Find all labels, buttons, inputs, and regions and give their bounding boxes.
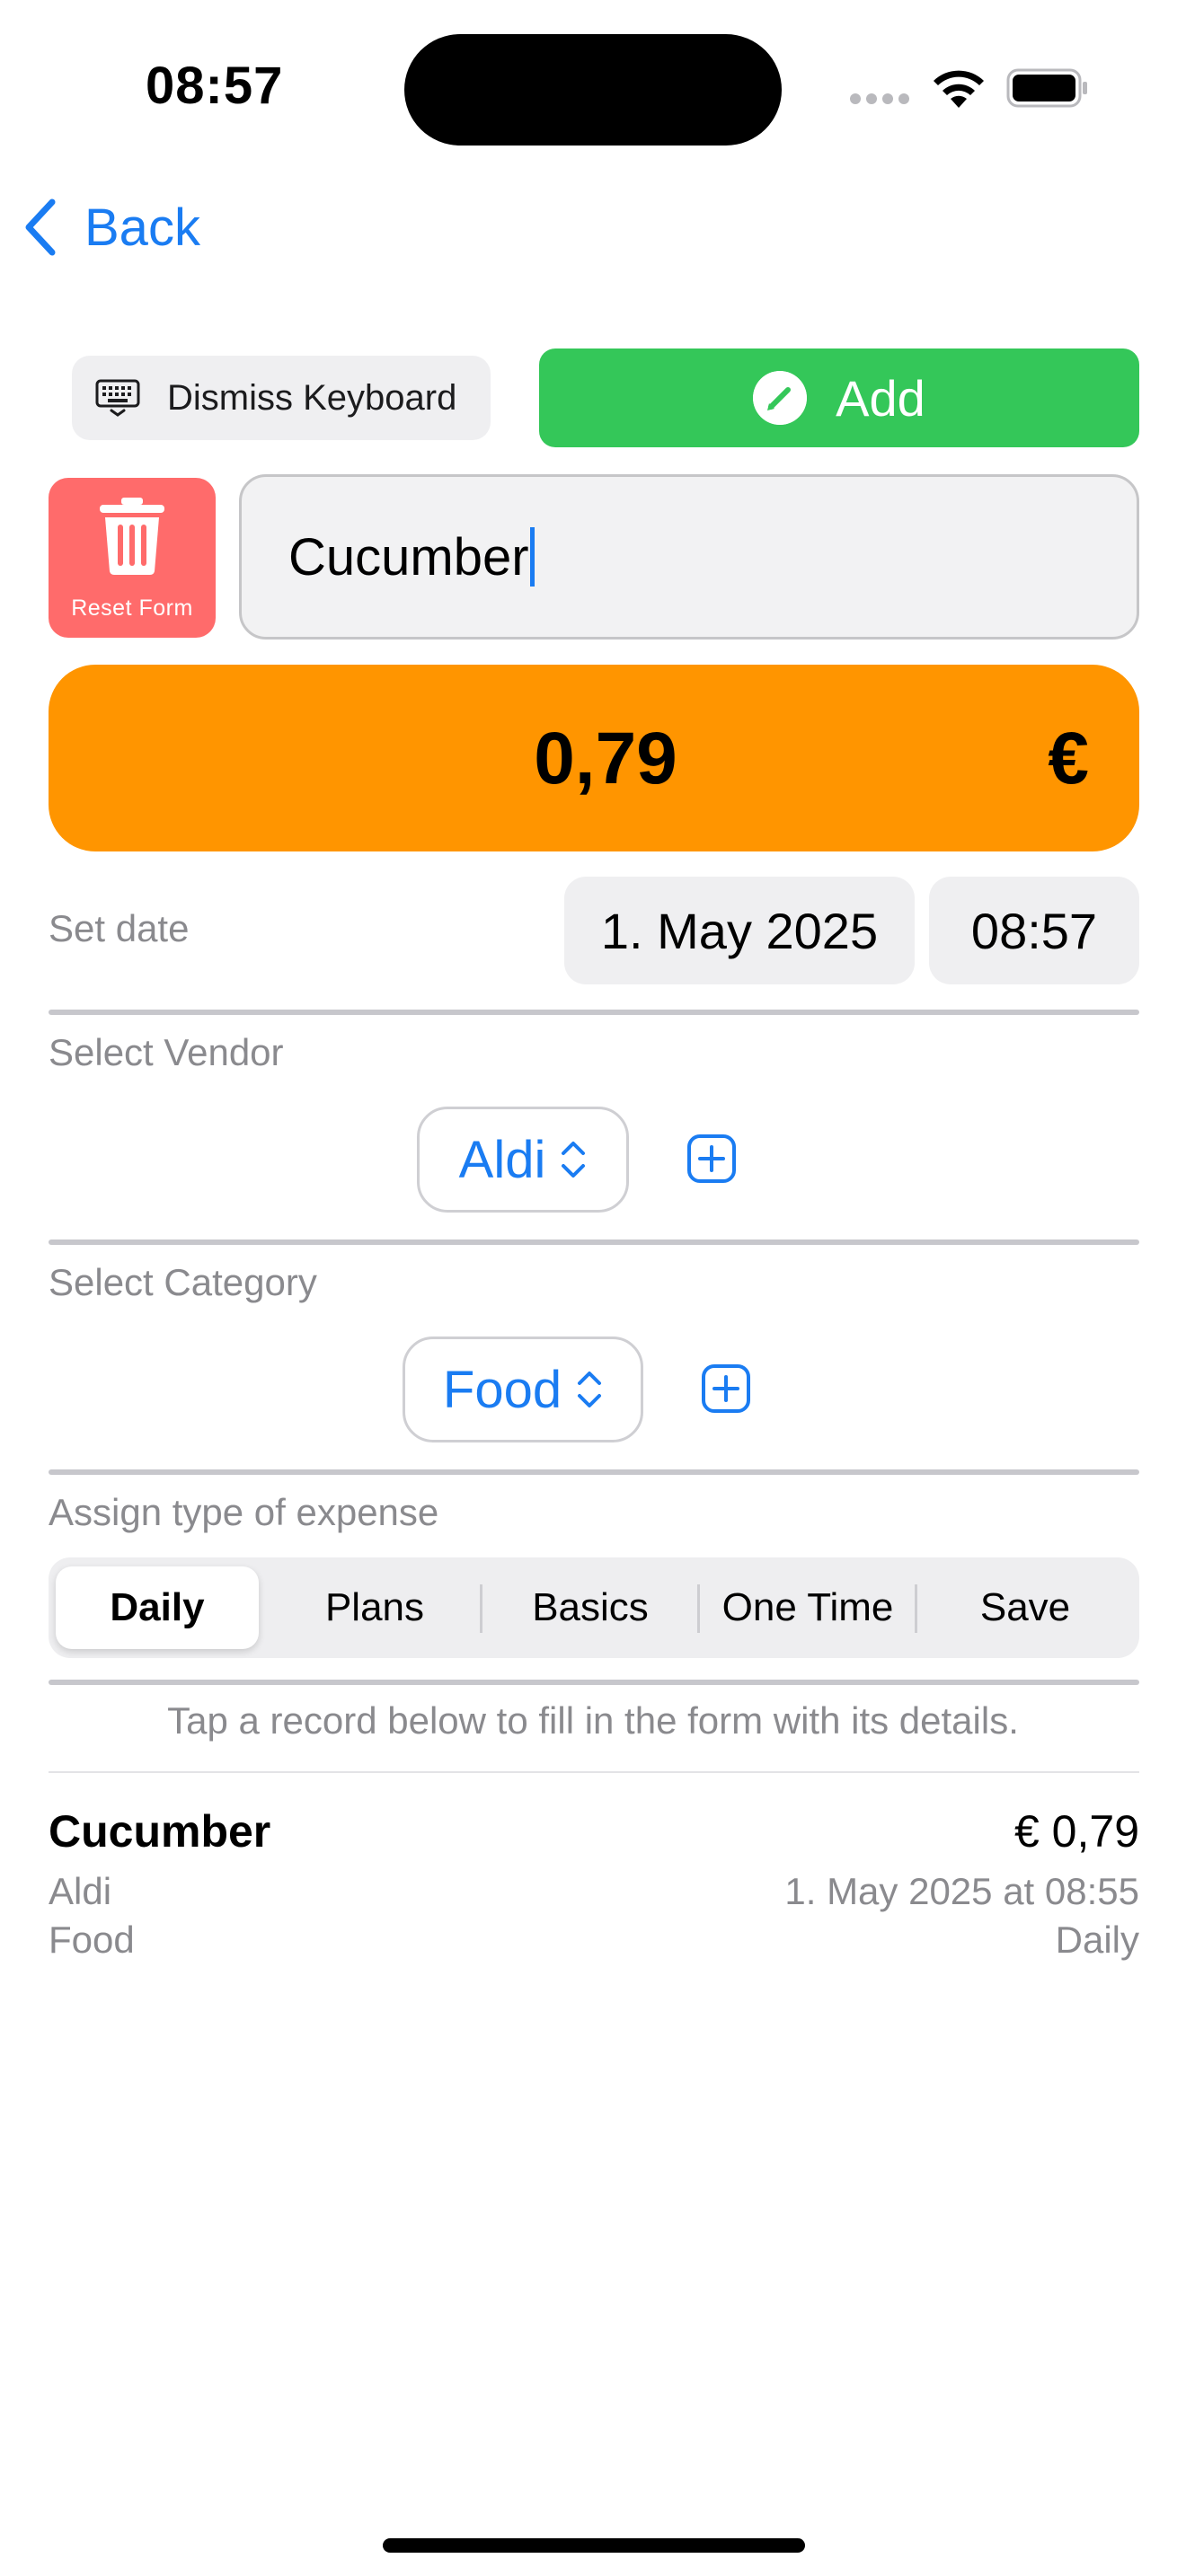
add-category-icon[interactable] — [701, 1363, 751, 1414]
segment-basics[interactable]: Basics — [483, 1566, 697, 1649]
segment-separator — [480, 1584, 482, 1633]
record-vendor: Aldi — [49, 1870, 112, 1912]
cellular-signal-icon — [850, 93, 913, 106]
category-picker[interactable]: Food — [403, 1337, 643, 1442]
trash-icon — [100, 498, 164, 575]
category-section-label: Select Category — [49, 1261, 317, 1303]
record-amount: € 0,79 — [1013, 1806, 1139, 1857]
wifi-icon — [934, 70, 984, 108]
set-date-label: Set date — [49, 907, 190, 949]
divider — [49, 1239, 1139, 1245]
back-button[interactable]: Back — [22, 196, 200, 259]
vendor-picker-value: Aldi — [458, 1130, 546, 1189]
reset-form-label: Reset Form — [71, 595, 193, 621]
add-label: Add — [836, 369, 925, 427]
divider — [49, 1010, 1139, 1015]
amount-value: 0,79 — [534, 718, 677, 799]
chevron-up-down-icon — [578, 1372, 602, 1407]
chevron-left-icon — [25, 198, 56, 256]
add-vendor-icon[interactable] — [686, 1134, 737, 1184]
back-label: Back — [84, 198, 200, 257]
dismiss-keyboard-button[interactable]: Dismiss Keyboard — [72, 356, 491, 440]
time-picker-button[interactable]: 08:57 — [929, 877, 1139, 984]
category-picker-value: Food — [442, 1360, 562, 1419]
dynamic-island — [404, 34, 782, 146]
currency-symbol: € — [1048, 718, 1089, 799]
vendor-picker[interactable]: Aldi — [417, 1107, 629, 1213]
dismiss-keyboard-label: Dismiss Keyboard — [167, 377, 457, 418]
chevron-up-down-icon — [562, 1142, 586, 1178]
add-button[interactable]: Add — [539, 348, 1139, 447]
text-cursor — [529, 527, 535, 587]
divider — [49, 1680, 1139, 1685]
record-datetime: 1. May 2025 at 08:55 — [784, 1870, 1139, 1912]
expense-type-label: Assign type of expense — [49, 1491, 439, 1533]
home-indicator — [383, 2538, 805, 2553]
item-name-input[interactable]: Cucumber — [239, 474, 1139, 640]
segment-daily[interactable]: Daily — [56, 1566, 259, 1649]
reset-form-button[interactable]: Reset Form — [49, 478, 216, 638]
record-type: Daily — [1055, 1919, 1139, 1961]
segment-separator — [915, 1584, 917, 1633]
vendor-section-label: Select Vendor — [49, 1031, 284, 1073]
pencil-circle-icon — [753, 371, 808, 425]
segment-plans[interactable]: Plans — [270, 1566, 480, 1649]
divider — [49, 1469, 1139, 1475]
date-picker-button[interactable]: 1. May 2025 — [564, 877, 915, 984]
keyboard-icon — [95, 379, 140, 417]
record-name: Cucumber — [49, 1806, 271, 1857]
segment-one-time[interactable]: One Time — [701, 1566, 915, 1649]
record-category: Food — [49, 1919, 135, 1961]
expense-type-segmented-control: Daily Plans Basics One Time Save — [49, 1557, 1139, 1658]
records-hint: Tap a record below to fill in the form w… — [167, 1699, 1019, 1742]
segment-separator — [697, 1584, 700, 1633]
list-separator — [49, 1771, 1139, 1773]
item-name-value: Cucumber — [288, 527, 529, 587]
amount-field[interactable]: 0,79 € — [49, 665, 1139, 851]
battery-icon — [1006, 68, 1087, 108]
segment-save[interactable]: Save — [918, 1566, 1132, 1649]
status-time: 08:57 — [146, 57, 284, 115]
